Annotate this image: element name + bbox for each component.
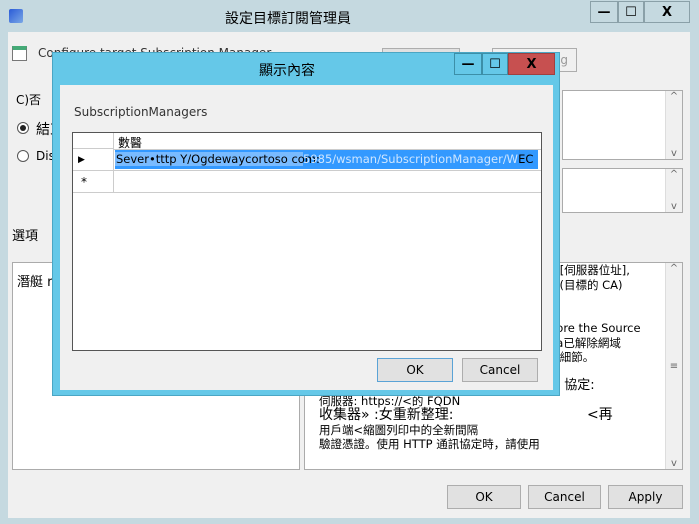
- cell-tail-text: EC Pea: [518, 152, 538, 166]
- heading-icon: [12, 46, 27, 61]
- apply-button[interactable]: Apply: [608, 485, 683, 509]
- cell-selected-text: Sever•tttp Y/Ogdewaycortoso com:: [115, 152, 320, 166]
- row-new-marker: *: [73, 171, 114, 193]
- window-title: 設定目標訂閱管理員: [225, 11, 351, 27]
- data-grid[interactable]: 數醫 ▶ Sever•tttp Y/Ogdewaycortoso com:598…: [72, 132, 542, 351]
- maximize-button[interactable]: ☐: [618, 1, 644, 23]
- scrollbar[interactable]: ^ v: [665, 169, 682, 212]
- description-textarea[interactable]: ^ v: [562, 168, 683, 213]
- options-box-text: 潛艇 r: [17, 275, 53, 290]
- modal-close-button[interactable]: X: [508, 53, 555, 75]
- radio-no-label[interactable]: C)否: [16, 91, 41, 108]
- table-row[interactable]: ▶ Sever•tttp Y/Ogdewaycortoso com:5985/w…: [73, 149, 541, 171]
- comment-textarea[interactable]: ^ v: [562, 90, 683, 160]
- cancel-button[interactable]: Cancel: [528, 485, 601, 509]
- modal-title: 顯示內容: [259, 63, 315, 79]
- options-label: 選項: [12, 229, 39, 244]
- show-contents-dialog: 顯示內容 — ☐ X SubscriptionManagers 數醫 ▶ Sev…: [52, 52, 560, 396]
- help-line: 收集器» :女重新整理: <再: [319, 407, 613, 423]
- window-icon: [9, 9, 23, 23]
- minimize-button[interactable]: —: [590, 1, 618, 23]
- close-button[interactable]: X: [644, 1, 690, 23]
- modal-maximize-button[interactable]: ☐: [482, 53, 508, 75]
- cell-text: 5985/wsman/SubscriptionManager/W: [303, 152, 519, 166]
- help-scrollbar[interactable]: ^ ≡ v: [665, 263, 682, 469]
- radio-end[interactable]: [17, 122, 29, 134]
- table-row-new[interactable]: *: [73, 171, 541, 193]
- modal-minimize-button[interactable]: —: [454, 53, 482, 75]
- help-line: 用戶端<縮圖列印中的全新間隔: [319, 422, 479, 437]
- scrollbar[interactable]: ^ v: [665, 91, 682, 159]
- cell-value[interactable]: Sever•tttp Y/Ogdewaycortoso com:5985/wsm…: [115, 150, 538, 169]
- modal-ok-button[interactable]: OK: [377, 358, 453, 382]
- ok-button[interactable]: OK: [447, 485, 521, 509]
- help-line: 驗證憑證。使用 HTTP 通訊協定時，請使用: [319, 437, 540, 451]
- modal-cancel-button[interactable]: Cancel: [462, 358, 538, 382]
- modal-body: SubscriptionManagers 數醫 ▶ Sever•tttp Y/O…: [60, 85, 553, 390]
- radio-disabled[interactable]: [17, 150, 29, 162]
- row-current-marker: ▶: [73, 149, 114, 171]
- modal-label: SubscriptionManagers: [74, 105, 208, 119]
